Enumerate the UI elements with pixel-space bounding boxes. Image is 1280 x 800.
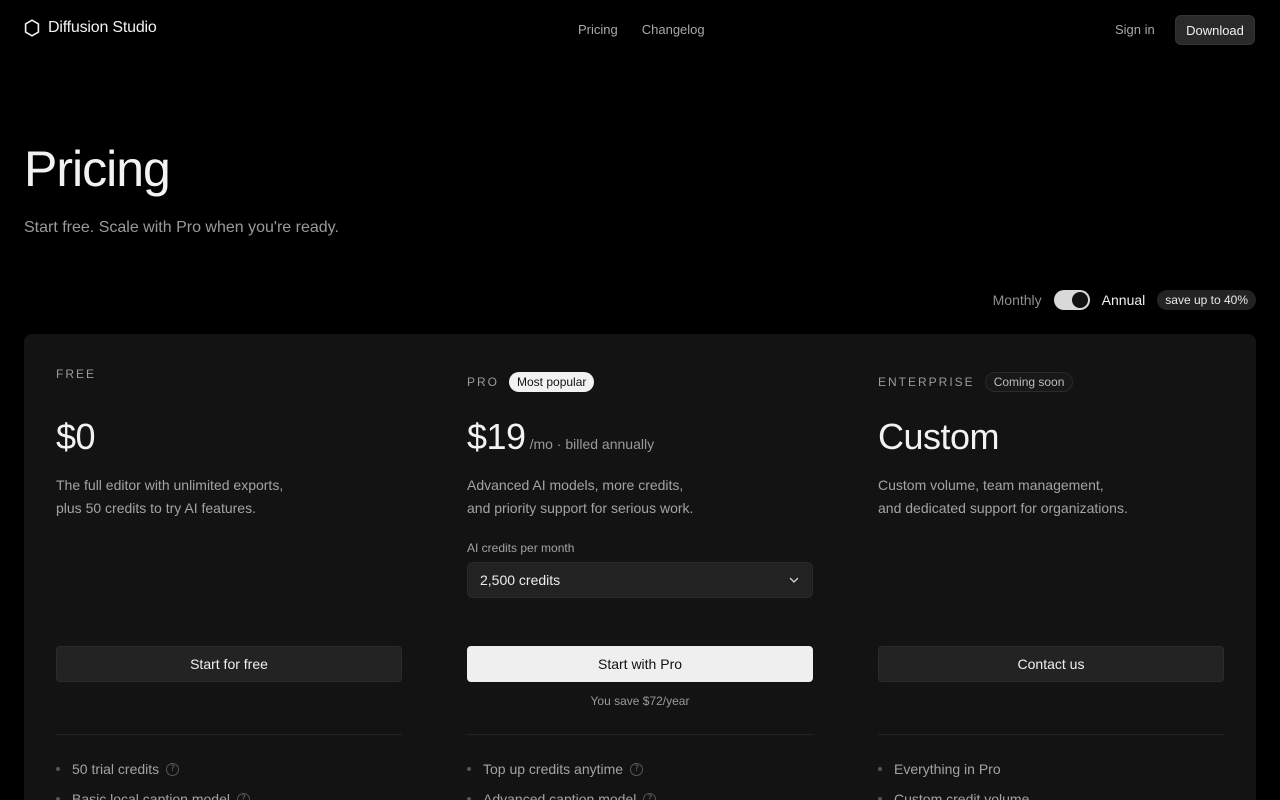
feature-label: 50 trial credits <box>72 761 160 777</box>
divider <box>467 734 813 735</box>
chevron-down-icon <box>789 577 799 583</box>
feature-label: Top up credits anytime <box>483 761 624 777</box>
price-row: $19 /mo · billed annually <box>467 416 654 458</box>
price-note: /mo · billed annually <box>529 436 655 452</box>
top-header: Diffusion Studio Pricing Changelog Sign … <box>0 0 1280 60</box>
download-button[interactable]: Download <box>1175 15 1255 45</box>
feature-label: Everything in Pro <box>894 761 1001 777</box>
list-item: 50 trial credits ? <box>56 759 250 779</box>
credits-selected-value: 2,500 credits <box>480 572 561 588</box>
credits-label: AI credits per month <box>467 541 575 555</box>
list-item: Basic local caption model ? <box>56 789 250 800</box>
list-item: Top up credits anytime ? <box>467 759 656 779</box>
help-circle-icon[interactable]: ? <box>236 792 250 800</box>
billing-monthly-label[interactable]: Monthly <box>993 292 1042 308</box>
most-popular-badge: Most popular <box>509 372 595 392</box>
brand-link[interactable]: Diffusion Studio <box>24 19 157 37</box>
plan-description: Custom volume, team management, and dedi… <box>878 474 1178 520</box>
help-circle-icon[interactable]: ? <box>630 762 644 776</box>
price-row: $0 <box>56 416 96 458</box>
toggle-knob <box>1071 292 1088 308</box>
savings-note: You save $72/year <box>590 694 690 708</box>
start-pro-button[interactable]: Start with Pro <box>467 646 813 682</box>
plan-free: FREE $0 The full editor with unlimited e… <box>56 334 402 800</box>
hexagon-logo-icon <box>24 19 40 37</box>
feature-list: Top up credits anytime ? Advanced captio… <box>467 759 657 800</box>
plan-label: FREE <box>56 367 97 381</box>
plan-header: PRO Most popular <box>467 372 595 392</box>
bullet-dot <box>878 767 882 771</box>
page-subtitle: Start free. Scale with Pro when you're r… <box>24 219 339 236</box>
plan-label: PRO <box>467 375 500 389</box>
divider <box>56 734 402 735</box>
save-badge: save up to 40% <box>1157 290 1256 310</box>
main-nav: Pricing Changelog <box>578 22 705 37</box>
plan-price: Custom <box>878 416 1000 457</box>
plan-header: ENTERPRISE Coming soon <box>878 372 1074 392</box>
feature-label: Advanced caption model <box>483 791 637 800</box>
feature-list: Everything in Pro Custom credit volume <box>878 759 1029 800</box>
page-title: Pricing <box>24 141 171 197</box>
divider <box>878 734 1224 735</box>
list-item: Custom credit volume <box>878 789 1029 800</box>
feature-label: Basic local caption model <box>72 791 230 800</box>
plan-pro: PRO Most popular $19 /mo · billed annual… <box>467 334 813 800</box>
feature-label: Custom credit volume <box>894 791 1030 800</box>
nav-pricing-link[interactable]: Pricing <box>578 22 618 37</box>
contact-us-button[interactable]: Contact us <box>878 646 1224 682</box>
help-circle-icon[interactable]: ? <box>166 762 180 776</box>
pricing-panel: FREE $0 The full editor with unlimited e… <box>24 334 1256 800</box>
price-row: Custom <box>878 416 1000 458</box>
list-item: Everything in Pro <box>878 759 1029 779</box>
plan-price: $19 <box>467 416 526 457</box>
nav-changelog-link[interactable]: Changelog <box>642 22 705 37</box>
coming-soon-badge: Coming soon <box>984 372 1074 392</box>
plan-description-line: plus 50 credits to try AI features. <box>56 500 256 516</box>
plan-description-line: and priority support for serious work. <box>467 500 694 516</box>
billing-period-switch: Monthly Annual save up to 40% <box>993 289 1256 311</box>
plan-description-line: The full editor with unlimited exports, <box>56 477 284 493</box>
plan-description-line: Advanced AI models, more credits, <box>467 477 684 493</box>
plan-description: The full editor with unlimited exports, … <box>56 474 356 520</box>
plan-label: ENTERPRISE <box>878 375 975 389</box>
sign-in-link[interactable]: Sign in <box>1115 22 1155 37</box>
bullet-dot <box>56 767 60 771</box>
plan-description: Advanced AI models, more credits, and pr… <box>467 474 767 520</box>
feature-list: 50 trial credits ? Basic local caption m… <box>56 759 250 800</box>
plan-enterprise: ENTERPRISE Coming soon Custom Custom vol… <box>878 334 1224 800</box>
plan-price: $0 <box>56 416 96 457</box>
start-free-button[interactable]: Start for free <box>56 646 402 682</box>
billing-annual-label[interactable]: Annual <box>1102 292 1146 308</box>
credits-select[interactable]: 2,500 credits <box>467 562 813 598</box>
bullet-dot <box>467 767 471 771</box>
help-circle-icon[interactable]: ? <box>643 792 657 800</box>
plan-description-line: Custom volume, team management, <box>878 477 1104 493</box>
brand-name: Diffusion Studio <box>48 19 157 36</box>
list-item: Advanced caption model ? <box>467 789 657 800</box>
plan-description-line: and dedicated support for organizations. <box>878 500 1128 516</box>
plan-header: FREE <box>56 367 96 381</box>
billing-toggle[interactable] <box>1053 290 1090 310</box>
